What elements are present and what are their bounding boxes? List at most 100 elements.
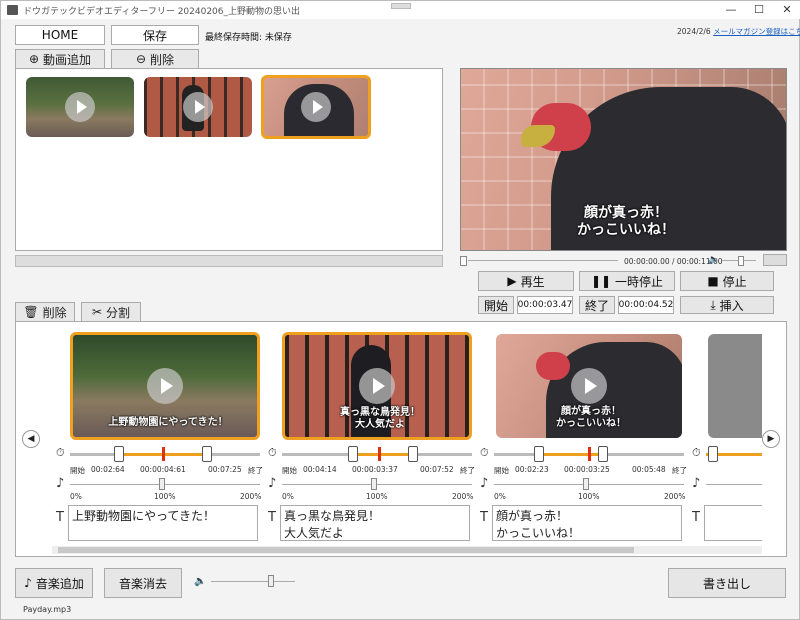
timeline-scroll-thumb[interactable]	[58, 547, 634, 553]
trim-start-handle[interactable]	[534, 446, 544, 462]
timeline-split-tab[interactable]: ✂ 分割	[81, 302, 141, 321]
seek-track[interactable]	[468, 260, 618, 261]
clip-text-input[interactable]: 顔が真っ赤！ かっこいいね！	[492, 505, 682, 541]
media-scrollbar[interactable]	[15, 255, 443, 267]
media-thumb-3[interactable]	[261, 75, 371, 139]
pause-button[interactable]: ❚❚ 一時停止	[579, 271, 675, 291]
export-button[interactable]: 書き出し	[668, 568, 786, 598]
clip-thumbnail[interactable]	[708, 334, 762, 438]
newsletter-link[interactable]: メールマガジン登録はこちら	[713, 27, 800, 36]
save-button[interactable]: 保存	[111, 25, 199, 45]
seek-handle[interactable]	[460, 256, 467, 266]
media-library-panel	[15, 68, 443, 251]
clip-start-label: 開始	[494, 466, 509, 475]
speaker-icon[interactable]: 🔈	[708, 255, 719, 265]
media-thumb-2[interactable]	[144, 77, 252, 137]
speed-handle[interactable]	[583, 478, 589, 490]
stop-button[interactable]: ■ 停止	[680, 271, 774, 291]
trash-icon: 🗑	[23, 305, 39, 319]
trim-start-handle[interactable]	[348, 446, 358, 462]
last-saved-text: 最終保存時間: 未保存	[205, 33, 292, 43]
video-preview[interactable]: 顔が真っ赤！ かっこいいね！	[460, 68, 787, 251]
arrow-left-icon[interactable]: ◀	[22, 430, 40, 448]
note-icon: ♪	[692, 476, 701, 491]
note-icon: ♪	[24, 576, 32, 590]
note-icon: ♪	[480, 476, 489, 491]
playhead-marker[interactable]	[378, 447, 381, 461]
speed-min: 0%	[282, 492, 294, 501]
music-volume-handle[interactable]	[268, 575, 274, 587]
arrow-right-icon[interactable]: ▶	[762, 430, 780, 448]
media-thumb-1[interactable]	[26, 77, 134, 137]
speed-track[interactable]	[282, 484, 472, 485]
note-icon: ♪	[268, 476, 277, 491]
clip-start-label: 開始	[70, 466, 85, 475]
insert-button[interactable]: ⤓ 挿入	[680, 296, 774, 314]
timeline-clip-1: 上野動物園にやってきた！ ⏱ 開始 00:02:64 00:00:04:61 0…	[56, 322, 266, 552]
drag-handle[interactable]	[391, 3, 411, 9]
set-start-button[interactable]: 開始	[478, 296, 514, 314]
pause-icon: ❚❚	[590, 274, 612, 288]
home-button[interactable]: HOME	[15, 25, 105, 45]
clip-text-input[interactable]	[704, 505, 762, 541]
clip-end-time: 00:05:48	[632, 465, 666, 474]
music-volume-track[interactable]	[211, 581, 295, 582]
trim-start-handle[interactable]	[114, 446, 124, 462]
play-button[interactable]: ▶ 再生	[478, 271, 574, 291]
speed-handle[interactable]	[371, 478, 377, 490]
clip-text-input[interactable]: 真っ黒な鳥発見！ 大人気だよ	[280, 505, 470, 541]
minus-circle-icon: ⊖	[135, 52, 147, 66]
trim-range	[538, 453, 602, 456]
maximize-button[interactable]: ☐	[745, 1, 773, 19]
stopwatch-icon: ⏱	[268, 446, 277, 459]
play-icon	[65, 92, 95, 122]
delete-video-tab[interactable]: ⊖ 削除	[111, 49, 199, 68]
clip-thumbnail[interactable]: 真っ黒な鳥発見！ 大人気だよ	[282, 332, 472, 440]
title-bar: ドウガテックビデオエディターフリー 20240206_上野動物の思い出 — ☐ …	[1, 1, 800, 19]
trim-range	[352, 453, 412, 456]
trim-end-handle[interactable]	[202, 446, 212, 462]
close-button[interactable]: ✕	[773, 1, 800, 19]
timeline-split-label: 分割	[106, 305, 131, 320]
insert-icon: ⤓	[710, 297, 716, 312]
clip-text-input[interactable]: 上野動物園にやってきた！	[68, 505, 258, 541]
speed-track[interactable]	[70, 484, 260, 485]
playhead-marker[interactable]	[162, 447, 165, 461]
timeline-scrollbar[interactable]	[52, 546, 762, 554]
clip-start-time: 00:04:14	[303, 465, 337, 474]
playhead-marker[interactable]	[588, 447, 591, 461]
text-icon: T	[480, 510, 488, 525]
start-time-field[interactable]: 00:00:03.47	[517, 296, 573, 314]
speed-handle[interactable]	[159, 478, 165, 490]
music-file-name: Payday.mp3	[23, 605, 72, 614]
clip-caption: 顔が真っ赤！ かっこいいね！	[556, 406, 626, 429]
delete-video-label: 削除	[150, 52, 175, 67]
stopwatch-icon: ⏱	[692, 446, 701, 459]
insert-label: 挿入	[719, 298, 744, 313]
play-icon	[301, 92, 331, 122]
play-icon	[571, 368, 607, 404]
timeline-delete-tab[interactable]: 🗑 削除	[15, 302, 75, 321]
add-music-button[interactable]: ♪ 音楽追加	[15, 568, 93, 598]
set-end-button[interactable]: 終了	[579, 296, 615, 314]
add-video-label: 動画追加	[43, 52, 92, 67]
remove-music-button[interactable]: 音楽消去	[104, 568, 182, 598]
trim-end-handle[interactable]	[408, 446, 418, 462]
clip-thumbnail[interactable]: 上野動物園にやってきた！	[70, 332, 260, 440]
fullscreen-button[interactable]	[763, 254, 787, 266]
play-icon: ▶	[507, 274, 517, 288]
trim-end-handle[interactable]	[598, 446, 608, 462]
speed-track[interactable]	[706, 484, 762, 485]
add-video-tab[interactable]: ⊕ 動画追加	[15, 49, 105, 68]
window-title: ドウガテックビデオエディターフリー 20240206_上野動物の思い出	[23, 7, 301, 17]
minimize-button[interactable]: —	[717, 1, 745, 19]
speed-track[interactable]	[494, 484, 684, 485]
add-music-label: 音楽追加	[35, 576, 84, 591]
preview-volume-handle[interactable]	[738, 256, 744, 266]
trim-start-handle[interactable]	[708, 446, 718, 462]
app-window: ドウガテックビデオエディターフリー 20240206_上野動物の思い出 — ☐ …	[0, 0, 800, 620]
preview-seek-row: 00:00:00.00 / 00:00:11.00 🔈	[460, 254, 787, 268]
news-date: 2024/2/6	[677, 27, 711, 36]
clip-thumbnail[interactable]: 顔が真っ赤！ かっこいいね！	[496, 334, 682, 438]
end-time-field[interactable]: 00:00:04.52	[618, 296, 674, 314]
